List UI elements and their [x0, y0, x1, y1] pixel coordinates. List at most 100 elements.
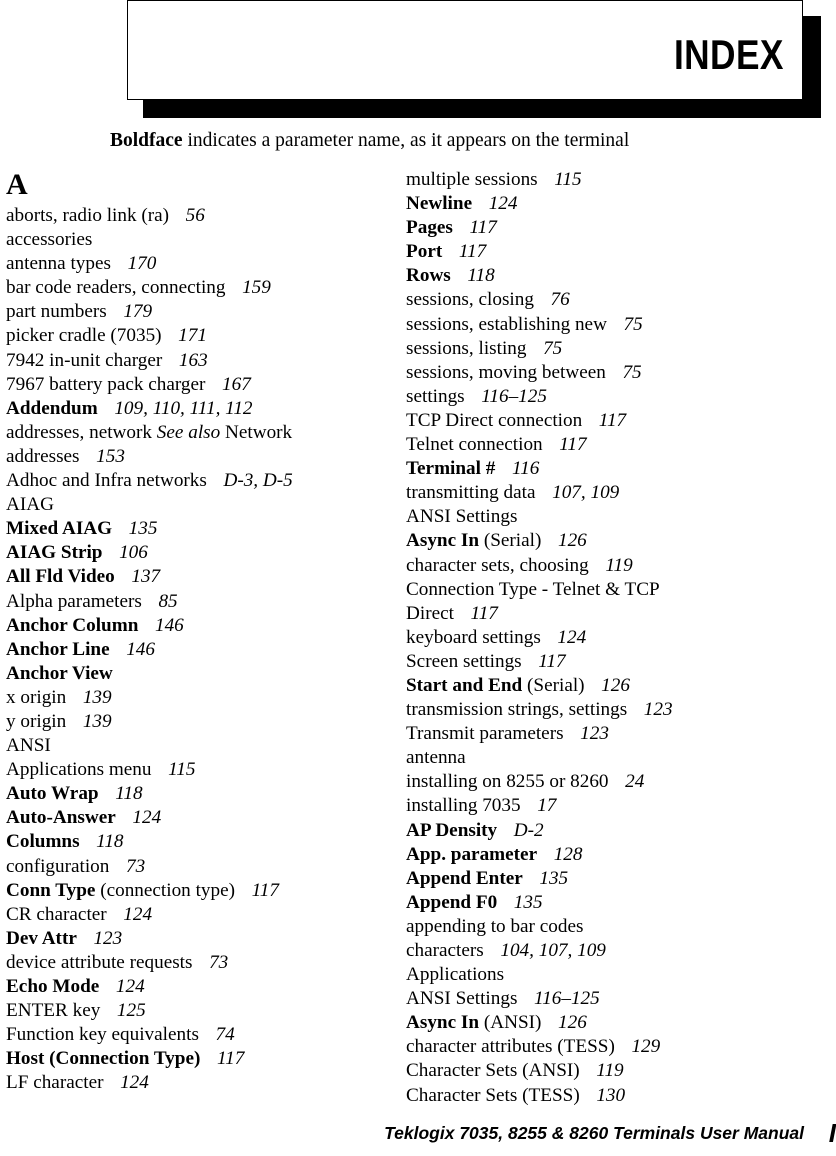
index-entry-term: Conn Type	[6, 879, 96, 901]
index-entry-term: Anchor Line	[6, 638, 110, 660]
index-entry-term: Direct	[406, 602, 454, 624]
index-entry-pages: 124	[106, 976, 145, 997]
index-entry-term: Append F0	[406, 891, 498, 913]
index-entry-term: AIAG Strip	[6, 542, 103, 564]
index-entry-pages: 115	[158, 759, 196, 781]
index-entry-term: Applications menu	[6, 759, 152, 781]
index-entry-pages: 126	[548, 1012, 587, 1034]
index-entry-term: CR character	[6, 903, 107, 925]
index-entry-pages: 115	[544, 169, 582, 190]
index-entry-term: Pages	[406, 217, 453, 239]
index-entry-term: ANSI Settings	[406, 988, 518, 1010]
index-entry-term: installing 7035	[406, 795, 521, 817]
index-entry: sessions, establishing new 75	[406, 313, 830, 337]
index-entry: configuration 73	[6, 855, 398, 879]
index-entry-term: LF character	[6, 1072, 104, 1094]
index-entry-term: App. parameter	[406, 843, 538, 865]
footer-page-number: I	[828, 1118, 836, 1148]
index-entry-term: settings	[406, 385, 465, 407]
index-entry-term: sessions, establishing new	[406, 313, 607, 335]
index-entry-term: installing on 8255 or 8260	[406, 771, 609, 793]
index-entry-term: Alpha parameters	[6, 590, 142, 612]
index-entry-term: Applications	[406, 964, 505, 986]
index-entry-qualifier: (Serial)	[479, 530, 542, 552]
index-entry-term: ANSI	[6, 735, 51, 757]
index-entry-pages: 163	[169, 349, 208, 371]
index-entry: ANSI Settings 116–125	[406, 987, 830, 1011]
index-entry: transmission strings, settings 123	[406, 698, 830, 722]
index-entry: Connection Type - Telnet & TCP	[406, 578, 830, 602]
index-entry: Port 117	[406, 240, 830, 264]
index-entry: addresses, network See also Network	[6, 421, 398, 445]
index-entry-term: picker cradle (7035)	[6, 325, 162, 347]
boldface-legend-text: indicates a parameter name, as it appear…	[182, 130, 630, 151]
index-entry-pages: 123	[634, 699, 673, 721]
index-entry: AIAG	[6, 493, 398, 517]
index-entry: keyboard settings 124	[406, 626, 830, 650]
index-entry-pages: 126	[548, 530, 587, 552]
index-entry-term: addresses	[6, 445, 80, 467]
index-see-also: See also	[156, 421, 221, 443]
index-entry-term: multiple sessions	[406, 169, 538, 190]
index-entry-term: Columns	[6, 831, 80, 853]
index-entry-pages: 125	[107, 1000, 146, 1022]
index-entry: Host (Connection Type) 117	[6, 1047, 398, 1071]
index-entry: appending to bar codes	[406, 915, 830, 939]
index-entry-pages: 124	[479, 193, 518, 215]
index-entry-pages: 124	[110, 1072, 149, 1094]
index-entry-pages: 116–125	[471, 385, 547, 407]
index-entry-pages: 75	[613, 313, 643, 335]
index-entry-list-left: aborts, radio link (ra) 56 accessories ant…	[6, 204, 398, 1095]
index-entry-pages: 74	[205, 1024, 235, 1046]
index-entry-term: Anchor Column	[6, 614, 139, 636]
index-entry-qualifier: (ANSI)	[479, 1012, 542, 1034]
index-entry: Anchor View	[6, 662, 398, 686]
index-entry: Echo Mode 124	[6, 975, 398, 999]
index-entry-pages: 109, 110, 111, 112	[104, 397, 253, 419]
index-entry: CR character 124	[6, 903, 398, 927]
index-entry-term: 7967 battery pack charger	[6, 373, 206, 395]
index-entry: Conn Type (connection type) 117	[6, 879, 398, 903]
index-entry-pages: 118	[457, 265, 495, 287]
index-entry: Columns 118	[6, 830, 398, 854]
index-entry: multiple sessions 115	[406, 168, 830, 192]
index-entry-pages: 170	[117, 253, 157, 275]
index-entry-term: Start and End	[406, 674, 523, 696]
index-entry-pages: 117	[528, 650, 566, 672]
index-entry-term: part numbers	[6, 301, 107, 323]
index-entry-term: Append Enter	[406, 867, 523, 889]
index-entry-term: Auto-Answer	[6, 807, 116, 829]
index-entry-term: characters	[406, 940, 484, 961]
index-entry-pages: 85	[148, 590, 178, 612]
index-entry-term: Mixed AIAG	[6, 518, 113, 540]
index-entry-term: 7942 in-unit charger	[6, 349, 163, 371]
index-entry: bar code readers, connecting 159	[6, 276, 398, 300]
index-entry-term: y origin	[6, 710, 67, 732]
index-entry-pages: 153	[86, 445, 125, 467]
index-entry-term: Echo Mode	[6, 976, 100, 997]
index-entry-qualifier: (Serial)	[522, 674, 585, 696]
index-entry-pages: 117	[449, 241, 487, 263]
index-entry-qualifier: Network	[220, 421, 293, 443]
boldface-legend-keyword: Boldface	[110, 130, 183, 151]
index-entry-term: AIAG	[6, 494, 54, 516]
index-entry-term: device attribute requests	[6, 951, 193, 973]
index-entry: Adhoc and Infra networks D-3, D-5	[6, 469, 398, 493]
index-entry-pages: 106	[109, 542, 148, 564]
index-entry-term: bar code readers, connecting	[6, 277, 226, 299]
index-entry: character sets, choosing 119	[406, 554, 830, 578]
index-entry: Alpha parameters 85	[6, 590, 398, 614]
index-entry-pages: 135	[529, 867, 569, 889]
index-entry-pages: D-3, D-5	[213, 470, 293, 492]
index-entry-term: transmission strings, settings	[406, 699, 628, 721]
index-entry-term: character attributes (TESS)	[406, 1036, 615, 1058]
index-entry-term: Terminal #	[406, 458, 496, 480]
index-entry-term: Character Sets (TESS)	[406, 1084, 580, 1106]
index-entry: Character Sets (ANSI) 119	[406, 1059, 830, 1083]
index-entry-pages: 104, 107, 109	[490, 940, 606, 961]
index-entry-pages: 73	[116, 855, 146, 877]
index-entry: Dev Attr 123	[6, 927, 398, 951]
index-entry-pages: 117	[207, 1048, 245, 1070]
index-entry-pages: 135	[119, 518, 158, 540]
index-entry-term: Auto Wrap	[6, 783, 99, 805]
